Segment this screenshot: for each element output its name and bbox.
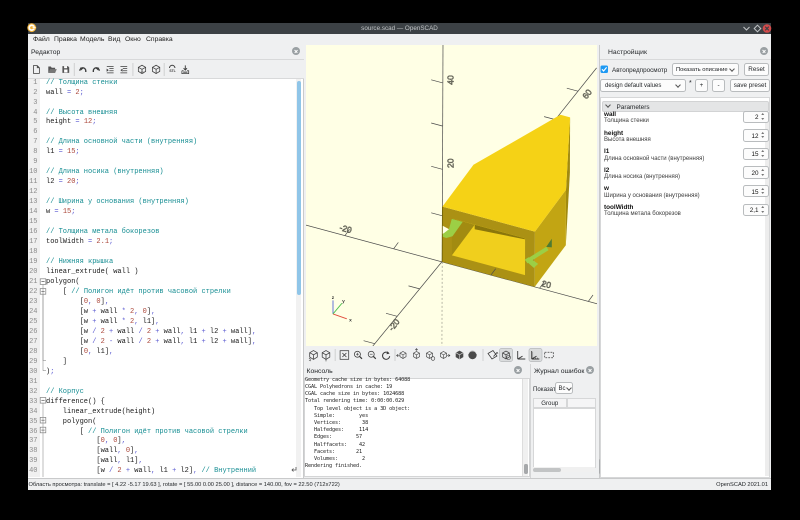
svg-text:20: 20: [446, 158, 456, 168]
svg-text:3D: 3D: [140, 71, 144, 75]
svg-text:y: y: [342, 299, 345, 304]
svg-text:STL: STL: [169, 69, 175, 73]
svg-text:40: 40: [446, 75, 456, 85]
svg-text:x: x: [349, 318, 352, 323]
